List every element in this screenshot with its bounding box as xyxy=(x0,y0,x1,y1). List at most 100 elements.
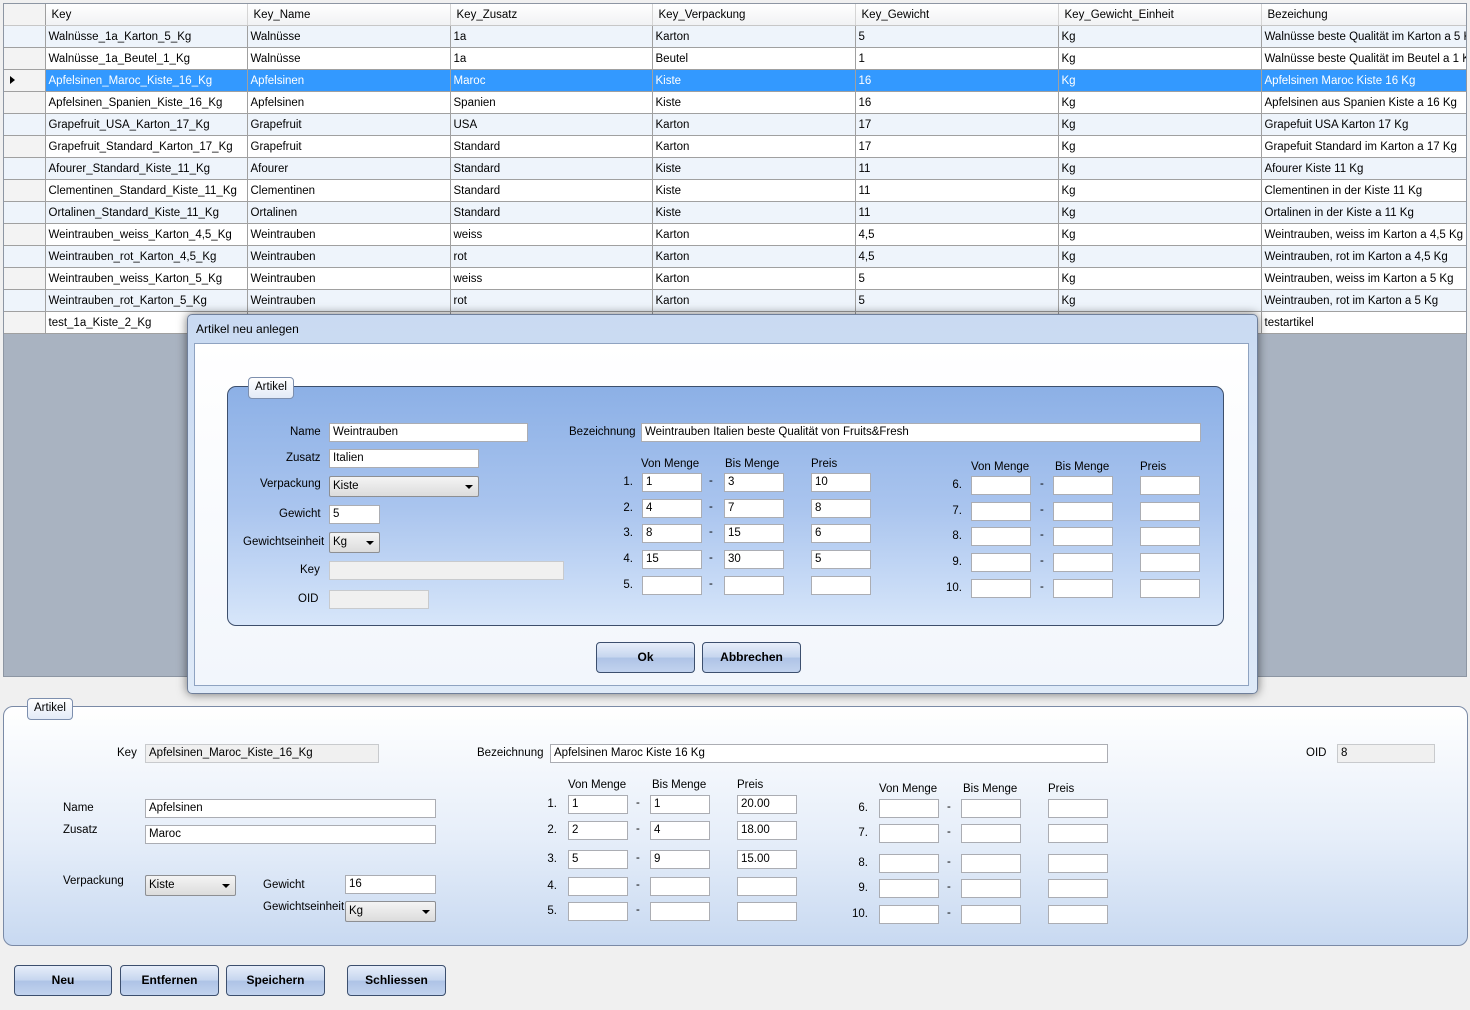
table-cell[interactable]: USA xyxy=(450,113,653,136)
von-menge-field[interactable] xyxy=(879,879,939,898)
entfernen-button[interactable]: Entfernen xyxy=(120,965,219,996)
table-cell[interactable]: 4,5 xyxy=(855,245,1059,268)
bis-menge-field[interactable]: 1 xyxy=(650,795,710,814)
preis-field[interactable] xyxy=(1140,527,1200,546)
von-menge-field[interactable] xyxy=(971,476,1031,495)
bis-menge-field[interactable]: 3 xyxy=(724,473,784,492)
bis-menge-field[interactable]: 15 xyxy=(724,524,784,543)
dialog-gewichtseinheit-combo[interactable]: Kg xyxy=(329,532,380,553)
table-cell[interactable]: Weintrauben xyxy=(247,223,451,246)
preis-field[interactable] xyxy=(1140,553,1200,572)
table-cell[interactable]: Kiste xyxy=(652,179,856,202)
table-cell[interactable]: Apfelsinen aus Spanien Kiste a 16 Kg xyxy=(1261,91,1466,114)
von-menge-field[interactable] xyxy=(568,902,628,921)
schliessen-button[interactable]: Schliessen xyxy=(347,965,446,996)
table-cell[interactable]: Kg xyxy=(1058,113,1262,136)
table-cell[interactable]: Clementinen_Standard_Kiste_11_Kg xyxy=(45,179,248,202)
table-cell[interactable]: Standard xyxy=(450,201,653,224)
von-menge-field[interactable] xyxy=(568,877,628,896)
von-menge-field[interactable] xyxy=(971,502,1031,521)
table-cell[interactable]: Karton xyxy=(652,267,856,290)
bis-menge-field[interactable] xyxy=(650,902,710,921)
table-cell[interactable]: Apfelsinen Maroc Kiste 16 Kg xyxy=(1261,69,1466,92)
table-cell[interactable]: weiss xyxy=(450,223,653,246)
table-cell[interactable]: Weintrauben_rot_Karton_5_Kg xyxy=(45,289,248,312)
preis-field[interactable] xyxy=(1048,905,1108,924)
table-cell[interactable]: Kg xyxy=(1058,223,1262,246)
bis-menge-field[interactable]: 9 xyxy=(650,850,710,869)
table-cell[interactable]: Kg xyxy=(1058,135,1262,158)
table-cell[interactable]: Weintrauben, rot im Karton a 5 Kg xyxy=(1261,289,1466,312)
bis-menge-field[interactable] xyxy=(1053,553,1113,572)
row-header[interactable] xyxy=(4,289,46,312)
table-row[interactable]: Weintrauben_rot_Karton_4,5_Kg Weintrauben… xyxy=(4,245,1466,268)
bis-menge-field[interactable] xyxy=(961,879,1021,898)
table-cell[interactable]: 5 xyxy=(855,25,1059,48)
speichern-button[interactable]: Speichern xyxy=(226,965,325,996)
column-header[interactable]: Bezeichung xyxy=(1261,4,1466,26)
bis-menge-field[interactable] xyxy=(961,905,1021,924)
table-cell[interactable]: Grapefuit USA Karton 17 Kg xyxy=(1261,113,1466,136)
row-header[interactable] xyxy=(4,47,46,70)
table-cell[interactable]: Spanien xyxy=(450,91,653,114)
bis-menge-field[interactable]: 7 xyxy=(724,499,784,518)
row-header[interactable] xyxy=(4,201,46,224)
table-cell[interactable]: Kiste xyxy=(652,201,856,224)
table-cell[interactable]: Apfelsinen xyxy=(247,91,451,114)
table-cell[interactable]: Karton xyxy=(652,223,856,246)
table-row[interactable]: Afourer_Standard_Kiste_11_Kg Afourer Stand… xyxy=(4,157,1466,180)
row-header[interactable] xyxy=(4,223,46,246)
dialog-name-field[interactable]: Weintrauben xyxy=(329,423,528,442)
table-cell[interactable]: Afourer Kiste 11 Kg xyxy=(1261,157,1466,180)
table-cell[interactable]: rot xyxy=(450,289,653,312)
table-cell[interactable]: Grapefruit xyxy=(247,135,451,158)
column-header[interactable]: Key_Name xyxy=(247,4,451,26)
dialog-zusatz-field[interactable]: Italien xyxy=(329,449,479,468)
table-cell[interactable]: Kiste xyxy=(652,157,856,180)
row-header[interactable] xyxy=(4,245,46,268)
table-cell[interactable]: 17 xyxy=(855,135,1059,158)
table-row[interactable]: Walnüsse_1a_Karton_5_Kg Walnüsse 1a Karton 5… xyxy=(4,25,1466,48)
table-cell[interactable]: Standard xyxy=(450,179,653,202)
table-cell[interactable]: Apfelsinen_Maroc_Kiste_16_Kg xyxy=(45,69,248,92)
table-cell[interactable]: Weintrauben_weiss_Karton_4,5_Kg xyxy=(45,223,248,246)
table-cell[interactable]: Kiste xyxy=(652,69,856,92)
table-cell[interactable]: Kg xyxy=(1058,179,1262,202)
bis-menge-field[interactable] xyxy=(961,799,1021,818)
table-cell[interactable]: 17 xyxy=(855,113,1059,136)
column-header[interactable]: Key xyxy=(45,4,248,26)
preis-field[interactable] xyxy=(1140,502,1200,521)
table-cell[interactable]: 16 xyxy=(855,69,1059,92)
preis-field[interactable]: 10 xyxy=(811,473,871,492)
von-menge-field[interactable]: 4 xyxy=(642,499,702,518)
table-cell[interactable]: Standard xyxy=(450,135,653,158)
table-cell[interactable]: Kg xyxy=(1058,91,1262,114)
bis-menge-field[interactable] xyxy=(1053,579,1113,598)
column-header[interactable]: Key_Gewicht_Einheit xyxy=(1058,4,1262,26)
table-cell[interactable]: 11 xyxy=(855,179,1059,202)
table-row[interactable]: Ortalinen_Standard_Kiste_11_Kg Ortalinen S… xyxy=(4,201,1466,224)
name-field[interactable]: Apfelsinen xyxy=(145,799,436,818)
table-cell[interactable]: Grapefruit_Standard_Karton_17_Kg xyxy=(45,135,248,158)
table-cell[interactable]: Weintrauben_weiss_Karton_5_Kg xyxy=(45,267,248,290)
table-cell[interactable]: Kg xyxy=(1058,289,1262,312)
grid-corner-header[interactable] xyxy=(4,4,46,26)
table-cell[interactable]: Afourer_Standard_Kiste_11_Kg xyxy=(45,157,248,180)
table-cell[interactable]: Weintrauben xyxy=(247,289,451,312)
row-header[interactable] xyxy=(4,179,46,202)
table-row[interactable]: Weintrauben_rot_Karton_5_Kg Weintrauben ro… xyxy=(4,289,1466,312)
table-cell[interactable]: Kg xyxy=(1058,47,1262,70)
row-header[interactable] xyxy=(4,69,46,92)
von-menge-field[interactable] xyxy=(971,553,1031,572)
preis-field[interactable] xyxy=(737,877,797,896)
table-cell[interactable]: 5 xyxy=(855,289,1059,312)
von-menge-field[interactable] xyxy=(642,576,702,595)
row-header[interactable] xyxy=(4,91,46,114)
table-cell[interactable]: Karton xyxy=(652,113,856,136)
table-cell[interactable]: Weintrauben, weiss im Karton a 4,5 Kg xyxy=(1261,223,1466,246)
table-cell[interactable]: Kiste xyxy=(652,91,856,114)
table-cell[interactable]: Ortalinen_Standard_Kiste_11_Kg xyxy=(45,201,248,224)
neu-button[interactable]: Neu xyxy=(14,965,112,996)
von-menge-field[interactable] xyxy=(879,824,939,843)
von-menge-field[interactable] xyxy=(971,579,1031,598)
